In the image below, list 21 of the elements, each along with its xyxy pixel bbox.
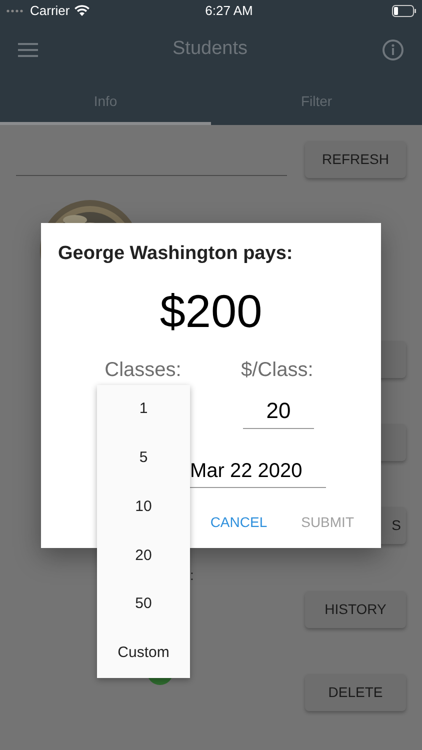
menu-option[interactable]: 50 <box>97 580 190 630</box>
menu-icon[interactable] <box>18 42 38 58</box>
carrier-name: Carrier <box>30 2 70 20</box>
wifi-icon <box>74 5 90 17</box>
date-field[interactable]: Mar 22 2020 <box>190 456 326 488</box>
amount-text: $200 <box>160 284 262 338</box>
classes-label: Classes: <box>104 358 182 382</box>
clock-time: 6:27 AM <box>204 2 254 20</box>
menu-option[interactable]: 10 <box>97 482 190 532</box>
rate-label: $/Class: <box>241 358 314 382</box>
rate-field[interactable]: 20 <box>243 394 314 428</box>
menu-option[interactable]: 5 <box>97 434 190 483</box>
menu-option[interactable]: 1 <box>97 385 190 434</box>
menu-option[interactable]: 20 <box>97 531 190 580</box>
app-title: Students <box>172 37 248 62</box>
battery-icon <box>392 5 416 17</box>
dialog-title: George Washington pays: <box>58 242 294 266</box>
info-icon[interactable] <box>382 38 404 60</box>
menu-option[interactable]: Custom <box>97 629 190 678</box>
label-text: : <box>190 566 195 584</box>
signal-icon <box>6 9 26 13</box>
